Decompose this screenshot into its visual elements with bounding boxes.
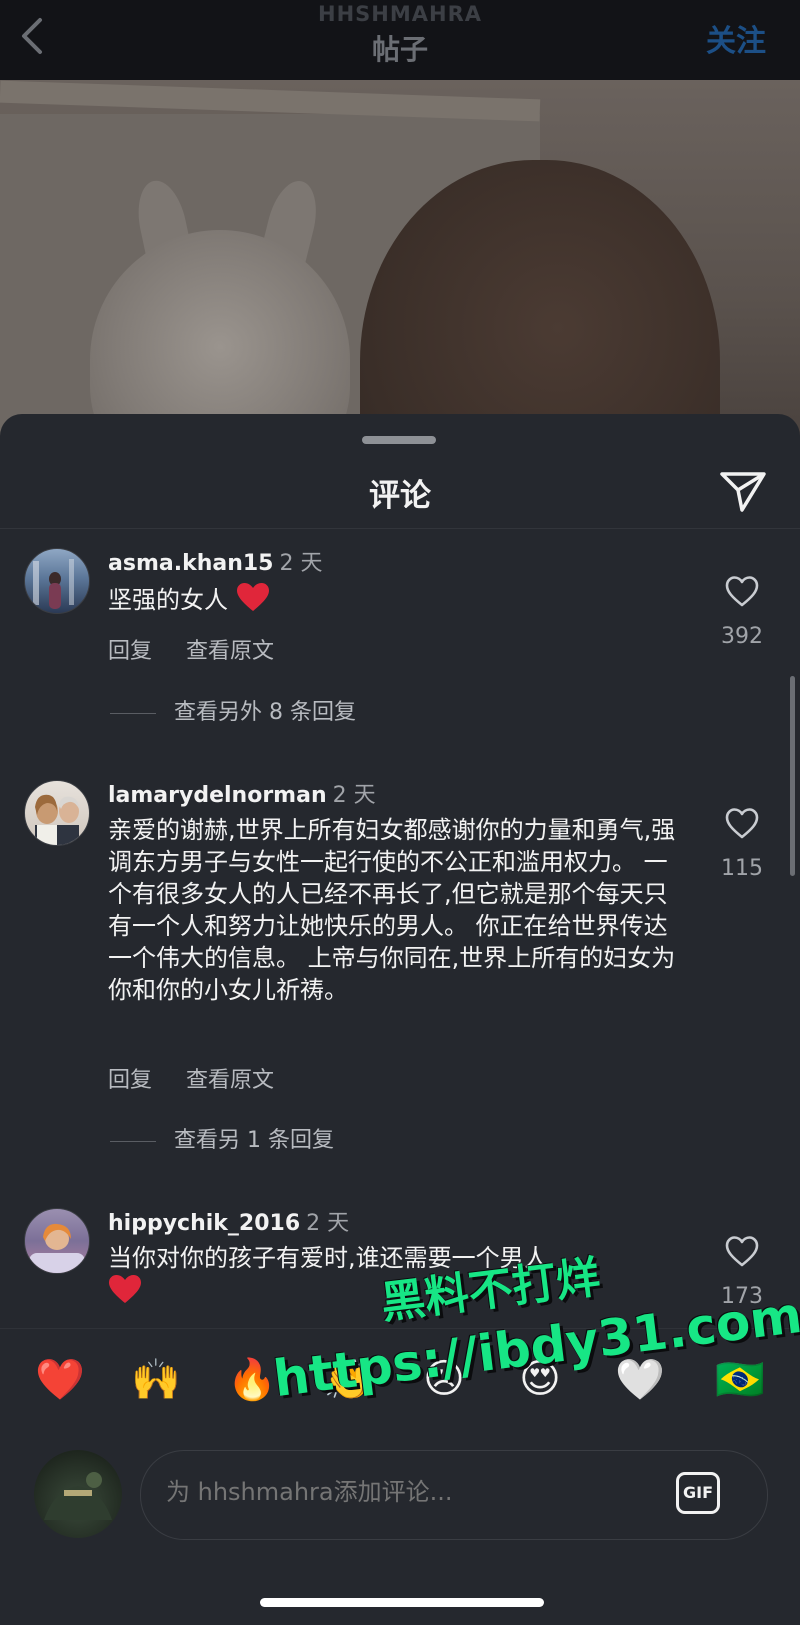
comment-username[interactable]: lamarydelnorman 2 天 — [108, 777, 376, 809]
username-text[interactable]: hippychik_2016 — [108, 1211, 300, 1236]
username-text[interactable]: asma.khan15 — [108, 551, 273, 576]
avatar[interactable] — [24, 1208, 90, 1274]
account-name: HHSHMAHRA — [318, 2, 482, 26]
top-bar: HHSHMAHRA 帖子 关注 — [0, 0, 800, 80]
view-more-replies[interactable]: 查看另外 8 条回复 — [110, 694, 356, 726]
comment-time: 2 天 — [279, 551, 323, 576]
comment-input[interactable] — [166, 1478, 646, 1506]
heart-outline-icon[interactable] — [724, 574, 760, 608]
red-heart-emoji-icon — [109, 1275, 141, 1303]
comment-time: 2 天 — [306, 1211, 350, 1236]
follow-button[interactable]: 关注 — [706, 16, 766, 60]
comment-text: 坚强的女人 — [108, 582, 668, 616]
sheet-title: 评论 — [369, 478, 431, 514]
avatar[interactable] — [24, 548, 90, 614]
comment-username[interactable]: hippychik_2016 2 天 — [108, 1205, 349, 1237]
heart-outline-icon[interactable] — [724, 806, 760, 840]
like-count: 392 — [721, 624, 763, 649]
comment-username[interactable]: asma.khan15 2 天 — [108, 545, 322, 577]
comment-actions: 回复 查看原文 — [108, 633, 308, 665]
page-title: 帖子 — [371, 33, 428, 66]
comment-time: 2 天 — [332, 783, 376, 808]
emoji-raised-hands[interactable]: 🙌 — [126, 1356, 186, 1403]
my-avatar — [34, 1450, 122, 1538]
see-original-button[interactable]: 查看原文 — [186, 1068, 274, 1093]
sheet-divider — [0, 528, 800, 529]
gif-button[interactable]: GIF — [676, 1472, 720, 1514]
like-count: 115 — [721, 856, 763, 881]
see-original-button[interactable]: 查看原文 — [186, 639, 274, 664]
comment-text: 亲爱的谢赫,世界上所有妇女都感谢你的力量和勇气,强调东方男子与女性一起行使的不公… — [108, 816, 676, 1004]
avatar[interactable] — [24, 780, 90, 846]
view-more-replies[interactable]: 查看另 1 条回复 — [110, 1122, 334, 1154]
paper-plane-icon[interactable] — [718, 466, 768, 514]
comment-actions: 回复 查看原文 — [108, 1062, 308, 1094]
reply-button[interactable]: 回复 — [108, 639, 152, 664]
reply-button[interactable]: 回复 — [108, 1068, 152, 1093]
home-indicator — [260, 1598, 544, 1607]
username-text[interactable]: lamarydelnorman — [108, 783, 327, 808]
post-photo — [0, 80, 800, 440]
emoji-heart[interactable]: ❤️ — [30, 1356, 90, 1403]
scrollbar[interactable] — [790, 676, 795, 876]
emoji-flag-brazil[interactable]: 🇧🇷 — [710, 1356, 770, 1403]
comment-body: 坚强的女人 — [108, 586, 228, 614]
red-heart-emoji-icon — [236, 583, 269, 611]
heart-outline-icon[interactable] — [724, 1234, 760, 1268]
drag-handle[interactable] — [362, 436, 436, 444]
